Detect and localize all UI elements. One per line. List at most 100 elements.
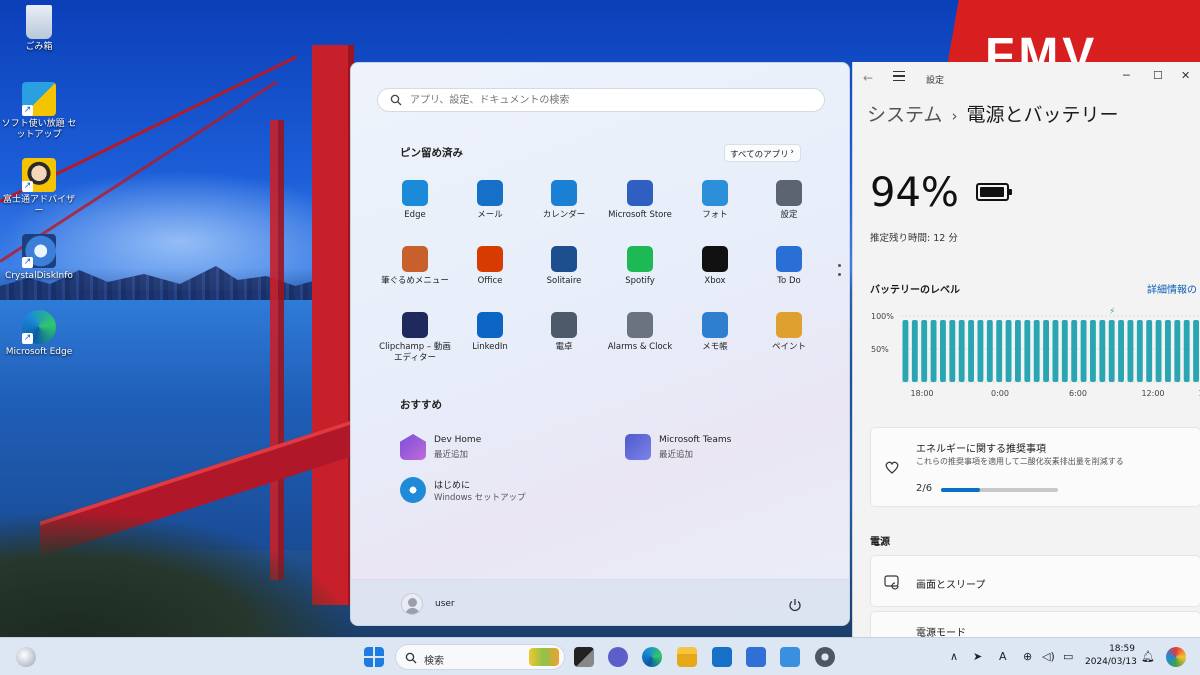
pinned-app[interactable]: Solitaire <box>526 246 602 287</box>
avatar-head <box>408 598 417 607</box>
pinned-app-label: 設定 <box>780 210 798 220</box>
pinned-app[interactable]: Xbox <box>677 246 753 287</box>
pinned-app[interactable]: メール <box>452 180 528 221</box>
taskbar-search[interactable]: 検索 <box>395 644 565 670</box>
desktop-icon-crystaldiskinfo[interactable]: ↗ CrystalDiskInfo <box>0 234 78 282</box>
pinned-app[interactable]: フォト <box>677 180 753 221</box>
pinned-app[interactable]: 設定 <box>751 180 827 221</box>
desktop-icon-label: Microsoft Edge <box>5 347 73 357</box>
close-icon[interactable]: ✕ <box>1181 69 1190 82</box>
app-icon[interactable] <box>746 647 766 667</box>
breadcrumb-separator: › <box>951 107 958 125</box>
power-icon[interactable] <box>787 597 803 613</box>
pinned-app[interactable]: 電卓 <box>526 312 602 353</box>
pinned-app[interactable]: Spotify <box>602 246 678 287</box>
ime-indicator[interactable]: A <box>999 650 1007 663</box>
start-button-icon[interactable] <box>364 647 384 667</box>
chart-bar <box>968 319 974 382</box>
chart-bar <box>1108 319 1115 382</box>
recommendation-progress-fill <box>941 488 980 492</box>
chart-y-tick-label: 50% <box>871 345 889 354</box>
notification-bell-icon[interactable]: 🔔︎ <box>1141 650 1155 663</box>
chart-x-tick-label: 18:00 <box>910 389 933 398</box>
remaining-label: 推定残り時間: <box>870 233 931 244</box>
clock-time: 18:59 <box>1109 644 1135 654</box>
settings-icon[interactable] <box>815 647 835 667</box>
recommendation-subtitle: これらの推奨事項を適用して二酸化炭素排出量を削減する <box>916 457 1124 466</box>
start-search-box[interactable] <box>377 88 825 112</box>
pinned-app[interactable]: ペイント <box>751 312 827 353</box>
pinned-app[interactable]: メモ帳 <box>677 312 753 353</box>
user-avatar[interactable] <box>401 593 423 615</box>
pinned-app[interactable]: To Do <box>751 246 827 287</box>
pinned-app[interactable]: 筆ぐるめメニュー <box>377 246 453 287</box>
chart-bar <box>1080 319 1087 382</box>
chart-bar <box>1005 319 1012 382</box>
task-view-icon[interactable] <box>574 647 594 667</box>
pinned-app-label: ペイント <box>771 342 806 352</box>
settings-icon <box>776 180 802 206</box>
minimize-icon[interactable]: ─ <box>1123 69 1130 82</box>
edge-icon[interactable] <box>642 647 662 667</box>
desktop-icon-label: ソフト使い放題 セットアップ <box>1 119 77 140</box>
page-indicator-dot[interactable] <box>838 273 841 276</box>
window-title: 設定 <box>926 76 945 86</box>
taskbar-search-label: 検索 <box>424 656 444 667</box>
chat-icon[interactable] <box>608 647 628 667</box>
energy-recommendation-card[interactable]: エネルギーに関する推奨事項 これらの推奨事項を適用して二酸化炭素排出量を削減する… <box>870 427 1200 507</box>
desktop-icon-recycle-bin[interactable]: ごみ箱 <box>0 5 78 53</box>
charging-bolt-icon: ⚡ <box>1109 307 1115 317</box>
all-apps-button[interactable]: すべてのアプリ › <box>724 144 801 162</box>
start-search-input[interactable] <box>410 92 810 108</box>
app-icon[interactable] <box>780 647 800 667</box>
pinned-app[interactable]: Alarms & Clock <box>602 312 678 353</box>
desktop-icon-fujitsu-advisor[interactable]: ↗ 富士通アドバイザー <box>0 158 78 217</box>
copilot-icon[interactable] <box>1166 647 1186 667</box>
pinned-app[interactable]: Edge <box>377 180 453 221</box>
desktop-icon-software-setup[interactable]: ↗ ソフト使い放題 セットアップ <box>0 82 78 141</box>
chart-bar <box>1015 319 1021 382</box>
paint-icon <box>776 312 802 338</box>
wallpaper-hill <box>0 510 360 637</box>
recommended-item-devhome[interactable]: Dev Home 最近追加 <box>400 432 610 466</box>
file-explorer-icon[interactable] <box>677 647 697 667</box>
network-icon[interactable]: ⊕ <box>1023 650 1032 663</box>
pinned-app-label: Office <box>477 276 503 286</box>
pinned-app[interactable]: LinkedIn <box>452 312 528 353</box>
breadcrumb-parent[interactable]: システム <box>867 104 942 126</box>
recommended-item-get-started[interactable]: はじめに Windows セットアップ <box>400 475 610 509</box>
pinned-app[interactable]: Microsoft Store <box>602 180 678 221</box>
pinned-app[interactable]: Office <box>452 246 528 287</box>
screen-sleep-row[interactable]: 画面とスリープ <box>870 555 1200 607</box>
shortcut-arrow-icon: ↗ <box>22 181 33 192</box>
chart-bar <box>1071 319 1078 382</box>
pinned-app-label: Alarms & Clock <box>607 342 673 352</box>
calculator-icon <box>551 312 577 338</box>
hamburger-menu-icon[interactable] <box>893 71 905 81</box>
solitaire-icon <box>551 246 577 272</box>
maximize-icon[interactable]: ☐ <box>1153 69 1163 82</box>
desktop-icon-edge[interactable]: ↗ Microsoft Edge <box>0 310 78 358</box>
chart-bar <box>996 319 1003 382</box>
pinned-app[interactable]: カレンダー <box>526 180 602 221</box>
store-icon <box>627 180 653 206</box>
pinned-app[interactable]: Clipchamp – 動画エディター <box>377 312 453 364</box>
recommended-item-teams[interactable]: Microsoft Teams 最近追加 <box>625 432 835 466</box>
chart-bar <box>940 319 946 382</box>
chart-bar <box>1136 319 1143 382</box>
volume-icon[interactable]: ◁) <box>1042 650 1055 663</box>
widgets-icon[interactable] <box>16 647 36 667</box>
chevron-up-icon[interactable]: ∧ <box>950 650 958 663</box>
battery-tray-icon[interactable]: ▭ <box>1063 650 1073 663</box>
clock[interactable]: 18:59 2024/03/13 <box>1085 643 1137 669</box>
back-arrow-icon[interactable]: ← <box>863 71 873 85</box>
calendar-icon <box>551 180 577 206</box>
chart-x-tick-label: 6:00 <box>1069 389 1087 398</box>
avatar-body <box>405 608 420 614</box>
location-icon[interactable]: ➤ <box>973 650 982 663</box>
detail-info-link[interactable]: 詳細情報の <box>1147 281 1197 296</box>
battery-percent: 94% <box>870 170 959 216</box>
user-name[interactable]: user <box>435 599 455 609</box>
page-indicator-dot[interactable] <box>838 264 841 267</box>
mail-icon[interactable] <box>712 647 732 667</box>
